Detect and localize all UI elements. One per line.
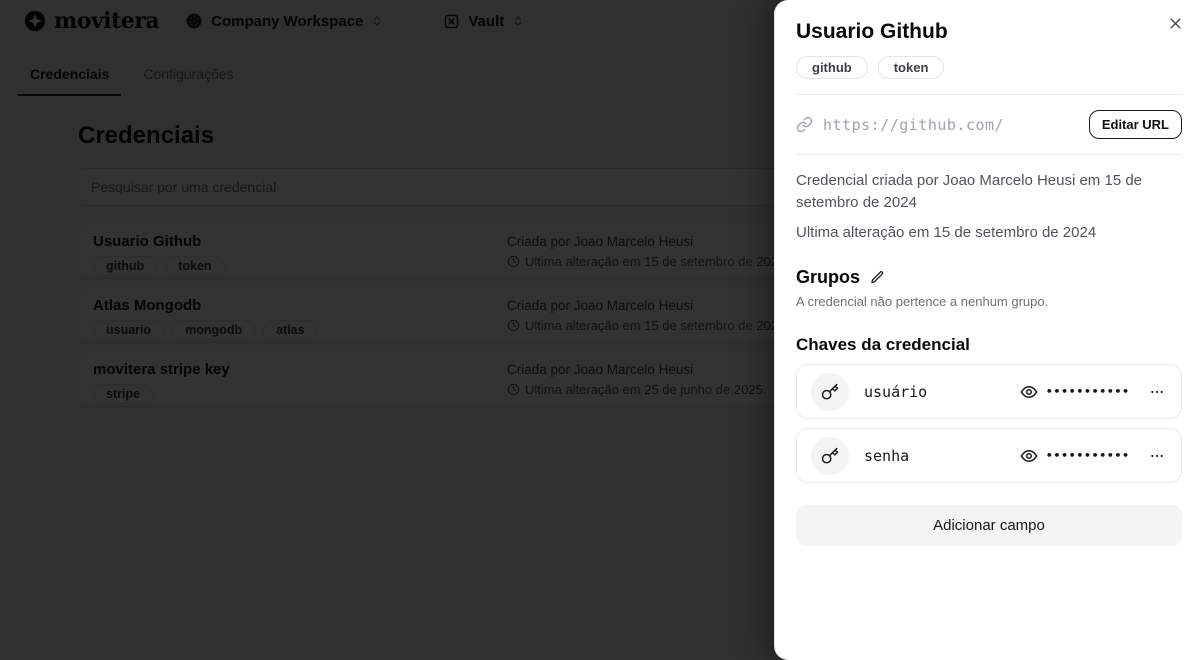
edit-groups-button[interactable] bbox=[870, 270, 885, 285]
credential-history: Credencial criada por Joao Marcelo Heusi… bbox=[796, 170, 1182, 243]
tag: token bbox=[878, 56, 945, 79]
key-row-senha: senha ••••••••••• bbox=[796, 428, 1182, 483]
key-icon bbox=[821, 447, 839, 465]
divider bbox=[796, 154, 1182, 155]
masked-value: ••••••••••• bbox=[1046, 385, 1130, 398]
key-row-usuario: usuário ••••••••••• bbox=[796, 364, 1182, 419]
key-options-button[interactable] bbox=[1147, 384, 1167, 400]
url-row: https://github.com/ Editar URL bbox=[796, 110, 1182, 139]
pencil-icon bbox=[870, 270, 885, 285]
key-icon bbox=[821, 383, 839, 401]
drawer-tags: github token bbox=[796, 56, 1182, 79]
credential-url: https://github.com/ bbox=[823, 116, 1004, 134]
key-badge bbox=[811, 437, 849, 475]
tag: github bbox=[796, 56, 868, 79]
key-badge bbox=[811, 373, 849, 411]
reveal-value-button[interactable] bbox=[1020, 383, 1038, 401]
divider bbox=[796, 94, 1182, 95]
drawer-title: Usuario Github bbox=[796, 20, 1182, 44]
groups-header: Grupos bbox=[796, 267, 1182, 288]
eye-icon bbox=[1020, 383, 1038, 401]
reveal-value-button[interactable] bbox=[1020, 447, 1038, 465]
add-field-button[interactable]: Adicionar campo bbox=[796, 505, 1182, 546]
ellipsis-icon bbox=[1149, 384, 1165, 400]
groups-title: Grupos bbox=[796, 267, 860, 288]
updated-text: Ultima alteração em 15 de setembro de 20… bbox=[796, 222, 1182, 244]
close-button[interactable] bbox=[1165, 13, 1185, 33]
credential-detail-drawer: Usuario Github github token https://gith… bbox=[774, 0, 1200, 660]
groups-empty-text: A credencial não pertence a nenhum grupo… bbox=[796, 294, 1182, 309]
created-text: Credencial criada por Joao Marcelo Heusi… bbox=[796, 170, 1182, 214]
link-icon bbox=[796, 116, 813, 133]
key-name: usuário bbox=[864, 383, 1020, 401]
key-name: senha bbox=[864, 447, 1020, 465]
key-options-button[interactable] bbox=[1147, 448, 1167, 464]
masked-value: ••••••••••• bbox=[1046, 449, 1130, 462]
close-icon bbox=[1168, 16, 1183, 31]
keys-section-title: Chaves da credencial bbox=[796, 335, 1182, 355]
edit-url-button[interactable]: Editar URL bbox=[1089, 110, 1182, 139]
ellipsis-icon bbox=[1149, 448, 1165, 464]
eye-icon bbox=[1020, 447, 1038, 465]
